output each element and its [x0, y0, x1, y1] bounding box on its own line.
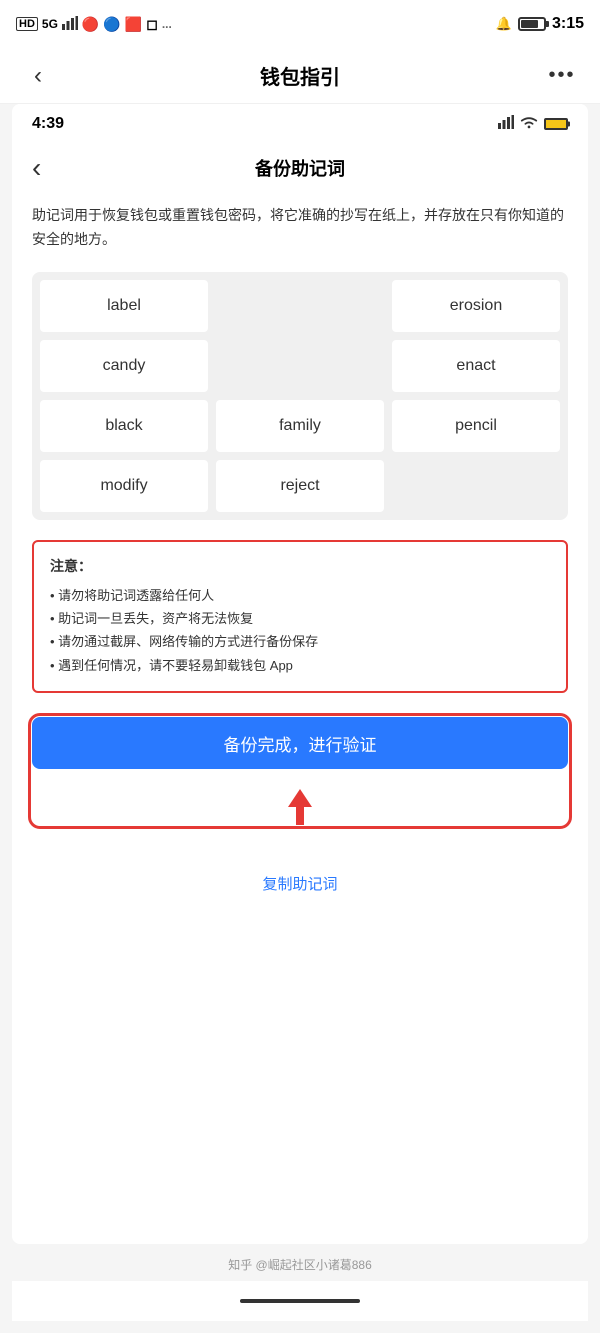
inner-back-button[interactable]: ‹: [32, 152, 68, 184]
description-text: 助记词用于恢复钱包或重置钱包密码，将它准确的抄写在纸上，并存放在只有你知道的安全…: [32, 204, 568, 252]
app-icon-2: 🟥: [125, 16, 142, 33]
home-indicator: [12, 1281, 588, 1321]
back-chevron-icon: ‹: [34, 62, 42, 90]
mnemonic-word-3: candy: [40, 340, 208, 392]
signal-bars-outer: [62, 16, 78, 33]
mnemonic-word-7: pencil: [392, 400, 560, 452]
warning-item-1: • 请勿将助记词透露给任何人: [50, 584, 550, 607]
mnemonic-row-2: candy enact: [40, 340, 560, 392]
copy-mnemonic-link[interactable]: 复制助记词: [32, 865, 568, 902]
mnemonic-word-5: black: [40, 400, 208, 452]
signal-text: 5G: [42, 17, 58, 31]
mnemonic-empty-3: [392, 460, 560, 512]
page-wrapper: HD 5G 🔴 🔵 🟥 ◻ ... 🔔 3:15 ‹ 钱包指引 •••: [0, 0, 600, 1333]
home-bar: [240, 1299, 360, 1303]
inner-nav: ‹ 备份助记词: [12, 144, 588, 192]
outer-time: 3:15: [552, 15, 584, 33]
mnemonic-row-4: modify reject: [40, 460, 560, 512]
bell-icon: 🔔: [496, 16, 512, 32]
app-icon-4: ...: [162, 17, 172, 31]
more-menu-button[interactable]: •••: [544, 58, 580, 94]
inner-battery-icon: [544, 118, 568, 130]
red-arrow-icon: [280, 789, 320, 825]
primary-button-wrapper: 备份完成，进行验证: [32, 717, 568, 825]
outer-status-left: HD 5G 🔴 🔵 🟥 ◻ ...: [16, 16, 172, 33]
mnemonic-row-1: label erosion: [40, 280, 560, 332]
backup-verify-button[interactable]: 备份完成，进行验证: [32, 717, 568, 769]
more-dots-icon: •••: [548, 64, 575, 87]
inner-status-bar: 4:39: [12, 104, 588, 144]
inner-status-icons: [498, 115, 568, 134]
warning-box: 注意： • 请勿将助记词透露给任何人 • 助记词一旦丢失，资产将无法恢复 • 请…: [32, 540, 568, 694]
inner-wifi-icon: [520, 115, 538, 134]
outer-battery: [518, 17, 546, 31]
inner-scrollable: 助记词用于恢复钱包或重置钱包密码，将它准确的抄写在纸上，并存放在只有你知道的安全…: [12, 204, 588, 922]
warning-item-4: • 遇到任何情况，请不要轻易卸载钱包 App: [50, 654, 550, 677]
warning-title: 注意：: [50, 556, 550, 576]
app-icon-3: ◻: [146, 16, 158, 33]
inner-page-title: 备份助记词: [255, 155, 345, 181]
mnemonic-word-2: erosion: [392, 280, 560, 332]
inner-signal-icon: [498, 115, 514, 134]
mnemonic-word-8: modify: [40, 460, 208, 512]
outer-back-button[interactable]: ‹: [20, 58, 56, 94]
mnemonic-row-3: black family pencil: [40, 400, 560, 452]
inner-time: 4:39: [32, 115, 64, 133]
inner-screen: 4:39 ‹ 备份助记词: [12, 104, 588, 1244]
mnemonic-word-4: enact: [392, 340, 560, 392]
mnemonic-empty-2: [216, 340, 384, 392]
arrow-annotation: [32, 789, 568, 825]
mnemonic-grid: label erosion candy enact black family p…: [32, 272, 568, 520]
mnemonic-word-1: label: [40, 280, 208, 332]
warning-item-2: • 助记词一旦丢失，资产将无法恢复: [50, 607, 550, 630]
outer-nav-bar: ‹ 钱包指引 •••: [0, 48, 600, 104]
watermark: 知乎 @崛起社区小诸葛886: [12, 1244, 588, 1281]
mnemonic-word-6: family: [216, 400, 384, 452]
outer-nav-title: 钱包指引: [260, 61, 340, 90]
app-icon-1: 🔵: [103, 16, 120, 33]
outer-status-bar: HD 5G 🔴 🔵 🟥 ◻ ... 🔔 3:15: [0, 0, 600, 48]
mnemonic-empty-1: [216, 280, 384, 332]
mnemonic-word-9: reject: [216, 460, 384, 512]
weibo-icon: 🔴: [82, 16, 99, 33]
inner-back-chevron-icon: ‹: [32, 152, 41, 183]
hd-badge: HD: [16, 17, 38, 31]
outer-status-right: 🔔 3:15: [496, 15, 584, 33]
content-area: 4:39 ‹ 备份助记词: [0, 104, 600, 1333]
warning-item-3: • 请勿通过截屏、网络传输的方式进行备份保存: [50, 630, 550, 653]
